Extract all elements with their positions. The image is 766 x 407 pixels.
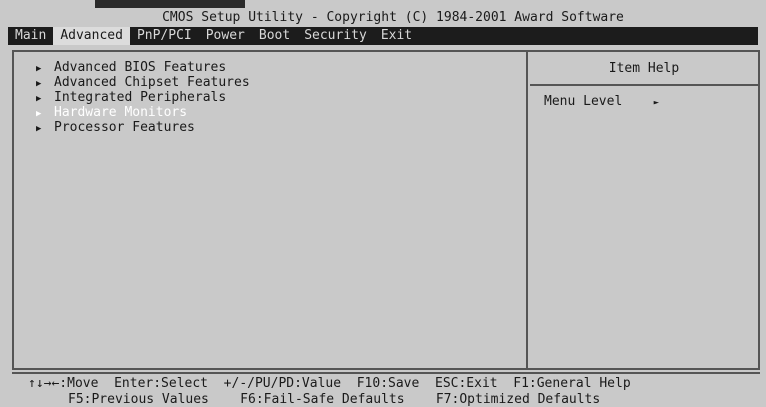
list-item-advanced-chipset-features[interactable]: ▶ Advanced Chipset Features [36, 75, 526, 90]
main-panel: ▶ Advanced BIOS Features ▶ Advanced Chipse… [12, 50, 760, 370]
list-item-label: Integrated Peripherals [54, 90, 227, 105]
list-item-processor-features[interactable]: ▶ Processor Features [36, 120, 526, 135]
list-item-label: Advanced Chipset Features [54, 75, 250, 90]
top-strip [95, 0, 245, 8]
item-help-pane: Item Help Menu Level ► [530, 52, 758, 368]
item-help-title: Item Help [530, 52, 758, 86]
menubar: Main Advanced PnP/PCI Power Boot Securit… [8, 27, 758, 45]
list-item-hardware-monitors[interactable]: ▶ Hardware Monitors [36, 105, 526, 120]
menu-level-label: Menu Level [544, 94, 623, 109]
list-item-label: Advanced BIOS Features [54, 60, 227, 75]
tab-pnp-pci[interactable]: PnP/PCI [130, 27, 199, 45]
tab-advanced[interactable]: Advanced [53, 27, 130, 45]
tab-boot[interactable]: Boot [252, 27, 297, 45]
tab-main[interactable]: Main [8, 27, 53, 45]
list-item-label: Processor Features [54, 120, 195, 135]
window-title: CMOS Setup Utility - Copyright (C) 1984-… [162, 10, 624, 25]
tab-power[interactable]: Power [199, 27, 252, 45]
key-help-footer: ↑↓→←:Move Enter:Select +/-/PU/PD:Value F… [12, 372, 760, 407]
footer-line-1: ↑↓→←:Move Enter:Select +/-/PU/PD:Value F… [28, 376, 631, 391]
menu-list: ▶ Advanced BIOS Features ▶ Advanced Chipse… [14, 52, 526, 135]
menu-level-row: Menu Level ► [530, 86, 758, 109]
menu-level-marker-icon: ► [653, 98, 660, 108]
list-item-advanced-bios-features[interactable]: ▶ Advanced BIOS Features [36, 60, 526, 75]
tab-exit[interactable]: Exit [374, 27, 419, 45]
menu-list-pane: ▶ Advanced BIOS Features ▶ Advanced Chipse… [14, 52, 528, 368]
triangle-right-icon: ▶ [36, 124, 42, 134]
bios-screen: CMOS Setup Utility - Copyright (C) 1984-… [0, 0, 766, 407]
list-item-label: Hardware Monitors [54, 105, 188, 120]
list-item-integrated-peripherals[interactable]: ▶ Integrated Peripherals [36, 90, 526, 105]
footer-line-2: F5:Previous Values F6:Fail-Safe Defaults… [68, 392, 601, 407]
tab-security[interactable]: Security [297, 27, 374, 45]
